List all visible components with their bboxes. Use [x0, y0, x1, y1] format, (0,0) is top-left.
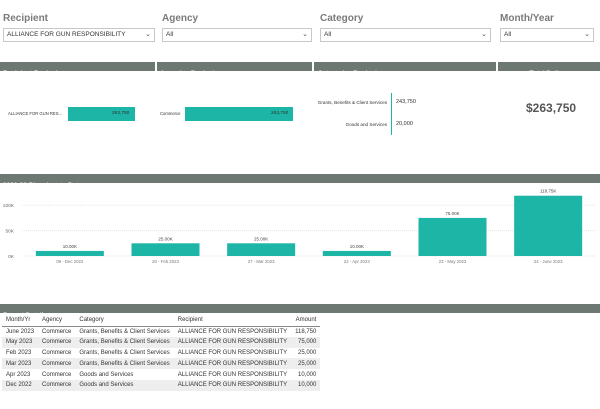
column-header-agency[interactable]: Agency — [38, 315, 76, 327]
report-table: Month/Yr Agency Category Recipient Amoun… — [2, 315, 321, 391]
category-value: 20,000 — [396, 121, 413, 127]
chevron-down-icon: ⌄ — [584, 31, 590, 38]
x-tick-label: 27 - Mar 2023 — [248, 259, 275, 264]
table-row[interactable]: June 2023 Commerce Grants, Benefits & Clie… — [2, 326, 320, 337]
agency-bar-value: 263,750 — [271, 111, 289, 116]
x-tick-label: 23 - May 2023 — [439, 259, 467, 264]
y-tick-label: 0K — [8, 254, 15, 260]
table-row[interactable]: May 2023 Commerce Grants, Benefits & Clien… — [2, 336, 321, 348]
recipient-ranked-header: Recipient Ranked — [0, 62, 155, 77]
data-label: 10.00K — [350, 244, 364, 249]
cell-amount: 25,000 — [298, 349, 317, 356]
chart-bar[interactable] — [35, 250, 104, 256]
report-details-header: Report Details — [0, 304, 600, 319]
x-tick-label: 20 - Feb 2023 — [152, 259, 179, 264]
report-table-body: June 2023 Commerce Grants, Benefits & Clie… — [2, 326, 321, 391]
x-tick-label: 22 - Apr 2023 — [344, 259, 370, 264]
category-select[interactable]: All ⌄ — [320, 28, 491, 42]
month-select-value: All — [504, 31, 512, 38]
filter-recipient-label: Recipient — [3, 13, 49, 24]
total-dollars-header: Total Dollars — [498, 62, 600, 77]
agency-select[interactable]: All ⌄ — [162, 28, 312, 42]
cell-agency: Commerce — [42, 349, 72, 356]
filter-category-label: Category — [320, 13, 364, 24]
cell-amount: 25,000 — [291, 358, 321, 370]
recipient-select[interactable]: ALLIANCE FOR GUN RESPONSIBILITY ⌄ — [3, 28, 155, 42]
biennium-header: 2021-23 Biennium to Date — [0, 174, 600, 189]
chevron-down-icon: ⌄ — [145, 31, 151, 38]
category-label: Grants, Benefits & Client Services — [317, 100, 387, 105]
categories-axis — [391, 93, 392, 135]
cell-agency: Commerce — [42, 371, 72, 378]
x-tick-label: 06 - Dec 2022 — [56, 259, 84, 264]
cell-category: Goods and Services — [79, 371, 134, 378]
recipient-bar-value: 263,750 — [112, 111, 130, 116]
cell-recipient: ALLIANCE FOR GUN RESPONSIBILITY — [173, 379, 292, 391]
cell-agency: Commerce — [38, 358, 76, 370]
table-row[interactable]: Dec 2022 Commerce Goods and Services ALLIAN… — [2, 379, 321, 391]
chart-bar[interactable] — [227, 243, 296, 256]
data-label: 10.00K — [63, 244, 77, 249]
column-header-category[interactable]: Category — [75, 315, 174, 327]
chart-bar[interactable] — [131, 243, 200, 256]
recipient-select-value: ALLIANCE FOR GUN RESPONSIBILITY — [7, 31, 126, 38]
table-header-row: Month/Yr Agency Category Recipient Amoun… — [2, 315, 321, 327]
filter-month-label: Month/Year — [500, 13, 554, 24]
cell-category: Grants, Benefits & Client Services — [75, 358, 174, 370]
cell-agency: Commerce — [38, 379, 76, 391]
data-label: 25.00K — [158, 236, 172, 241]
cell-month: Feb 2023 — [6, 349, 32, 356]
cell-recipient: ALLIANCE FOR GUN RESPONSIBILITY — [173, 358, 292, 370]
cell-month: June 2023 — [6, 328, 35, 335]
table-row[interactable]: Feb 2023 Commerce Grants, Benefits & Clien… — [2, 348, 320, 359]
column-header-amount[interactable]: Amount — [291, 315, 321, 327]
agencies-ranked-header: Agencies Ranked — [157, 62, 312, 77]
cell-amount: 75,000 — [291, 336, 321, 348]
column-header-month[interactable]: Month/Yr — [2, 315, 39, 327]
category-label: Goods and Services — [345, 122, 387, 127]
category-select-value: All — [324, 31, 332, 38]
cell-category: Grants, Benefits & Client Services — [75, 336, 174, 348]
data-label: 25.00K — [254, 236, 268, 241]
categories-ranked-header: Categories Ranked — [314, 62, 496, 77]
cell-amount: 10,000 — [298, 371, 317, 378]
agency-select-value: All — [166, 31, 174, 38]
month-select[interactable]: All ⌄ — [500, 28, 594, 42]
cell-amount: 118,750 — [295, 328, 317, 335]
chart-bar[interactable] — [418, 217, 487, 256]
category-value: 243,750 — [396, 99, 416, 105]
table-row[interactable]: Mar 2023 Commerce Grants, Benefits & Clien… — [2, 358, 321, 370]
cell-agency: Commerce — [38, 336, 76, 348]
chart-bar[interactable] — [322, 250, 391, 256]
y-tick-label: 50K — [5, 229, 14, 235]
y-tick-label: 100K — [3, 203, 15, 209]
data-label: 75.00K — [445, 211, 459, 216]
table-row[interactable]: Apr 2023 Commerce Goods and Services ALLIAN… — [2, 369, 320, 380]
chevron-down-icon: ⌄ — [302, 31, 308, 38]
data-label: 118.75K — [540, 189, 556, 194]
cell-month: Dec 2022 — [2, 379, 39, 391]
chevron-down-icon: ⌄ — [481, 31, 487, 38]
cell-recipient: ALLIANCE FOR GUN RESPONSIBILITY — [177, 328, 288, 335]
cell-agency: Commerce — [42, 328, 72, 335]
agency-bar-label: Commerce — [160, 111, 181, 116]
cell-amount: 10,000 — [291, 379, 321, 391]
x-tick-label: 24 - June 2023 — [534, 259, 563, 264]
filter-agency-label: Agency — [162, 13, 199, 24]
cell-month: Mar 2023 — [2, 358, 39, 370]
column-header-recipient[interactable]: Recipient — [173, 315, 292, 327]
cell-month: Apr 2023 — [6, 371, 31, 378]
cell-recipient: ALLIANCE FOR GUN RESPONSIBILITY — [177, 349, 288, 356]
total-dollars-value: $263,750 — [526, 101, 577, 115]
cell-month: May 2023 — [2, 336, 39, 348]
cell-category: Goods and Services — [75, 379, 174, 391]
cell-category: Grants, Benefits & Client Services — [79, 349, 170, 356]
cell-category: Grants, Benefits & Client Services — [79, 328, 170, 335]
recipient-bar-label: ALLIANCE FOR GUN RES... — [8, 111, 62, 116]
biennium-bar-chart: 0K 50K 100K 10.00K 06 - Dec 2022 25.00K 20 - F… — [3, 189, 596, 264]
cell-recipient: ALLIANCE FOR GUN RESPONSIBILITY — [173, 336, 292, 348]
chart-bar[interactable] — [514, 195, 583, 256]
cell-recipient: ALLIANCE FOR GUN RESPONSIBILITY — [177, 371, 288, 378]
